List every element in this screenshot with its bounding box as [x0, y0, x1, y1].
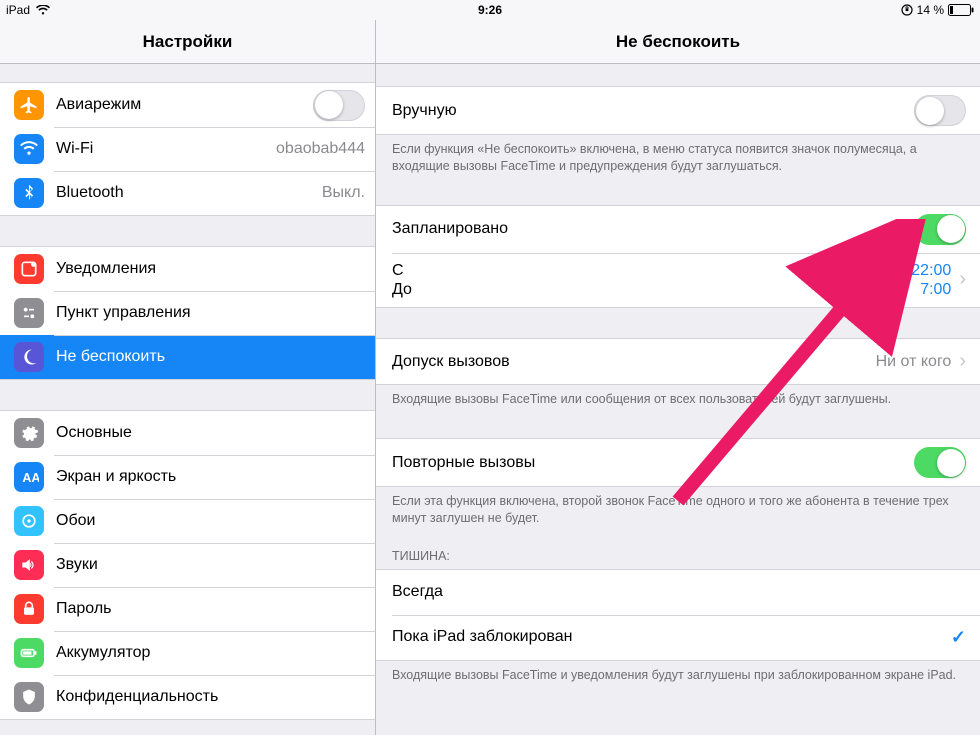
scheduled-switch[interactable] [914, 214, 966, 245]
from-to-row[interactable]: С До 22:00 7:00 › [376, 253, 980, 307]
repeated-label: Повторные вызовы [392, 454, 535, 472]
manual-switch[interactable] [914, 95, 966, 126]
bluetooth-icon [14, 178, 44, 208]
wifi-value: obaobab444 [268, 140, 365, 158]
bluetooth-value: Выкл. [314, 184, 365, 202]
sidebar-item-battery[interactable]: Аккумулятор [0, 631, 375, 675]
general-label: Основные [56, 424, 132, 442]
silence-always-label: Всегда [392, 583, 443, 601]
airplane-icon [14, 90, 44, 120]
to-time: 7:00 [920, 280, 951, 299]
repeated-footer: Если эта функция включена, второй звонок… [376, 487, 980, 527]
sidebar-item-bluetooth[interactable]: Bluetooth Выкл. [0, 171, 375, 215]
silence-footer: Входящие вызовы FaceTime и уведомления б… [376, 661, 980, 684]
sidebar-item-display[interactable]: AA Экран и яркость [0, 455, 375, 499]
scheduled-section: Запланировано С До 22:00 7:00 [376, 205, 980, 308]
airplane-label: Авиарежим [56, 96, 141, 114]
moon-icon [14, 342, 44, 372]
from-time: 22:00 [911, 261, 951, 280]
allow-calls-value: Ни от кого [876, 353, 952, 371]
silence-header: ТИШИНА: [376, 527, 980, 569]
silence-always-row[interactable]: Всегда [376, 570, 980, 615]
settings-sidebar: Настройки Авиарежим [0, 20, 376, 735]
display-label: Экран и яркость [56, 468, 176, 486]
manual-footer: Если функция «Не беспокоить» включена, в… [376, 135, 980, 175]
scheduled-row[interactable]: Запланировано [376, 206, 980, 253]
battery-label: Аккумулятор [56, 644, 150, 662]
sidebar-group-device: Основные AA Экран и яркость [0, 410, 375, 720]
notifications-icon [14, 254, 44, 284]
sounds-label: Звуки [56, 556, 98, 574]
orientation-lock-icon [901, 4, 913, 16]
passcode-label: Пароль [56, 600, 112, 618]
dnd-detail-pane: Не беспокоить Вручную Если функция «Не б… [376, 20, 980, 735]
manual-section: Вручную [376, 86, 980, 135]
chevron-right-icon: › [959, 268, 966, 291]
device-label: iPad [6, 3, 30, 17]
from-label: С [392, 261, 412, 280]
dnd-label: Не беспокоить [56, 348, 165, 366]
wallpaper-icon [14, 506, 44, 536]
display-icon: AA [14, 462, 44, 492]
privacy-label: Конфиденциальность [56, 688, 218, 706]
chevron-right-icon: › [959, 350, 966, 373]
airplane-switch[interactable] [313, 90, 365, 121]
repeated-switch[interactable] [914, 447, 966, 478]
sidebar-item-wifi[interactable]: Wi-Fi obaobab444 [0, 127, 375, 171]
allow-calls-section: Допуск вызовов Ни от кого › [376, 338, 980, 385]
detail-title: Не беспокоить [376, 20, 980, 64]
manual-label: Вручную [392, 102, 457, 120]
battery-text: 14 % [917, 3, 944, 17]
sidebar-title: Настройки [0, 20, 375, 64]
svg-text:AA: AA [22, 471, 39, 485]
to-label: До [392, 280, 412, 299]
sidebar-item-control-center[interactable]: Пункт управления [0, 291, 375, 335]
sidebar-item-general[interactable]: Основные [0, 411, 375, 455]
wifi-icon [36, 5, 50, 15]
silence-locked-row[interactable]: Пока iPad заблокирован ✓ [376, 615, 980, 660]
control-center-label: Пункт управления [56, 304, 191, 322]
sidebar-item-airplane[interactable]: Авиарежим [0, 83, 375, 127]
sidebar-item-dnd[interactable]: Не беспокоить [0, 335, 375, 379]
repeated-row[interactable]: Повторные вызовы [376, 439, 980, 486]
gear-icon [14, 418, 44, 448]
sidebar-item-notifications[interactable]: Уведомления [0, 247, 375, 291]
notifications-label: Уведомления [56, 260, 156, 278]
sidebar-group-connectivity: Авиарежим Wi-Fi obaobab444 [0, 82, 375, 216]
clock: 9:26 [478, 3, 502, 17]
wifi-label: Wi-Fi [56, 140, 93, 158]
sidebar-item-passcode[interactable]: Пароль [0, 587, 375, 631]
lock-icon [14, 594, 44, 624]
sounds-icon [14, 550, 44, 580]
sidebar-item-sounds[interactable]: Звуки [0, 543, 375, 587]
sidebar-group-main: Уведомления Пункт управления [0, 246, 375, 380]
silence-locked-label: Пока iPad заблокирован [392, 628, 572, 646]
wifi-settings-icon [14, 134, 44, 164]
checkmark-icon: ✓ [951, 627, 966, 648]
allow-calls-footer: Входящие вызовы FaceTime или сообщения о… [376, 385, 980, 408]
control-center-icon [14, 298, 44, 328]
allow-calls-label: Допуск вызовов [392, 353, 510, 371]
privacy-icon [14, 682, 44, 712]
battery-settings-icon [14, 638, 44, 668]
manual-row[interactable]: Вручную [376, 87, 980, 134]
repeated-section: Повторные вызовы [376, 438, 980, 487]
status-bar: iPad 9:26 14 % [0, 0, 980, 20]
bluetooth-label: Bluetooth [56, 184, 124, 202]
wallpaper-label: Обои [56, 512, 95, 530]
sidebar-item-wallpaper[interactable]: Обои [0, 499, 375, 543]
battery-icon [948, 4, 974, 16]
silence-section: Всегда Пока iPad заблокирован ✓ [376, 569, 980, 661]
sidebar-item-privacy[interactable]: Конфиденциальность [0, 675, 375, 719]
allow-calls-row[interactable]: Допуск вызовов Ни от кого › [376, 339, 980, 384]
scheduled-label: Запланировано [392, 220, 508, 238]
